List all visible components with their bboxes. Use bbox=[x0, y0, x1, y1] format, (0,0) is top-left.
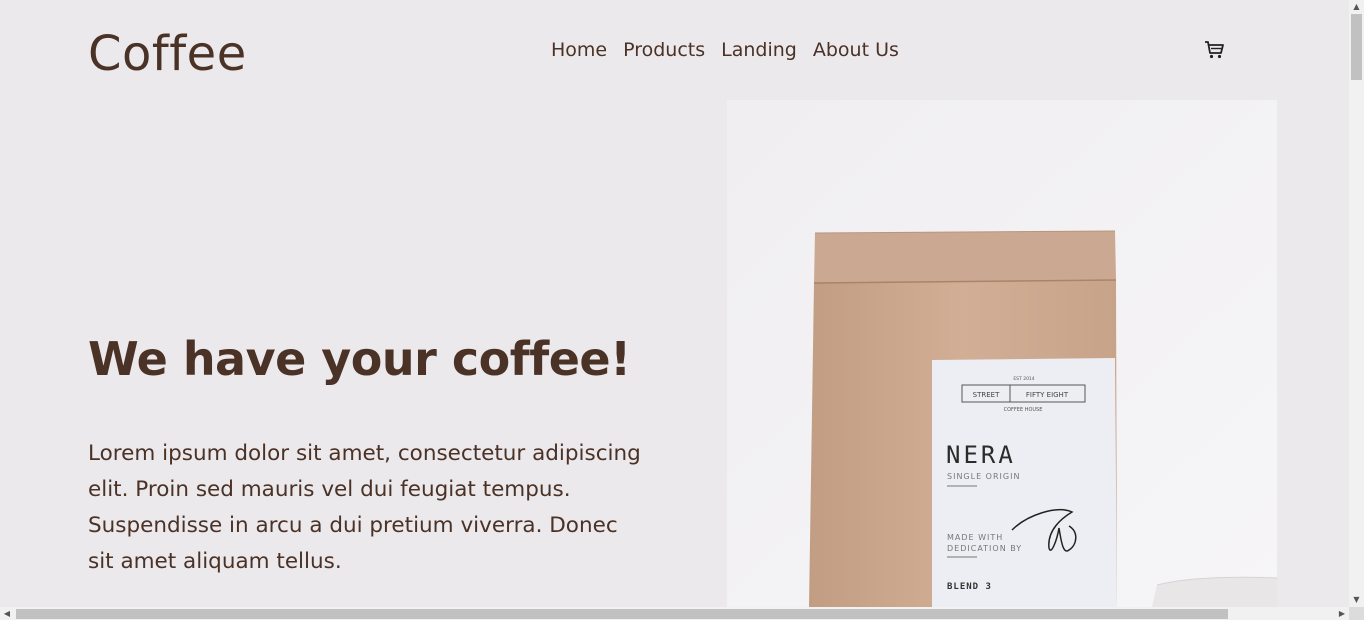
nav-about-us[interactable]: About Us bbox=[813, 39, 899, 61]
scroll-right-icon[interactable]: ▶ bbox=[1335, 607, 1349, 620]
hero-description: Lorem ipsum dolor sit amet, consectetur … bbox=[88, 441, 641, 574]
label-origin: SINGLE ORIGIN bbox=[947, 472, 1020, 481]
scroll-left-icon[interactable]: ◀ bbox=[0, 607, 14, 620]
scrollbar-corner bbox=[1349, 607, 1364, 620]
label-blend: BLEND 3 bbox=[947, 582, 992, 592]
hero-title: We have your coffee! bbox=[88, 332, 631, 386]
label-dedication: DEDICATION BY bbox=[947, 544, 1022, 553]
vertical-scroll-thumb[interactable] bbox=[1351, 14, 1362, 80]
scroll-down-icon[interactable]: ▼ bbox=[1349, 593, 1364, 607]
label-fifty-eight: FIFTY EIGHT bbox=[1026, 391, 1069, 399]
label-coffee-house: COFFEE HOUSE bbox=[1004, 407, 1043, 413]
hero-product-image: EST 2014 STREET FIFTY EIGHT COFFEE HOUSE… bbox=[727, 100, 1277, 607]
label-brand: NERA bbox=[946, 441, 1016, 469]
shopping-cart-icon[interactable] bbox=[1203, 40, 1225, 60]
label-street: STREET bbox=[973, 391, 1000, 399]
nav-products[interactable]: Products bbox=[623, 39, 705, 61]
main-nav: Home Products Landing About Us bbox=[551, 39, 899, 61]
label-est: EST 2014 bbox=[1013, 376, 1034, 382]
label-made-with: MADE WITH bbox=[947, 533, 1003, 542]
page-viewport: Coffee Home Products Landing About Us ES… bbox=[0, 0, 1349, 607]
horizontal-scrollbar[interactable]: ◀ ▶ bbox=[0, 607, 1349, 620]
nav-home[interactable]: Home bbox=[551, 39, 607, 61]
horizontal-scroll-thumb[interactable] bbox=[16, 609, 1228, 619]
scroll-up-icon[interactable]: ▲ bbox=[1349, 0, 1364, 14]
vertical-scrollbar[interactable]: ▲ ▼ bbox=[1349, 0, 1364, 607]
nav-landing[interactable]: Landing bbox=[721, 39, 797, 61]
site-logo[interactable]: Coffee bbox=[88, 26, 247, 82]
